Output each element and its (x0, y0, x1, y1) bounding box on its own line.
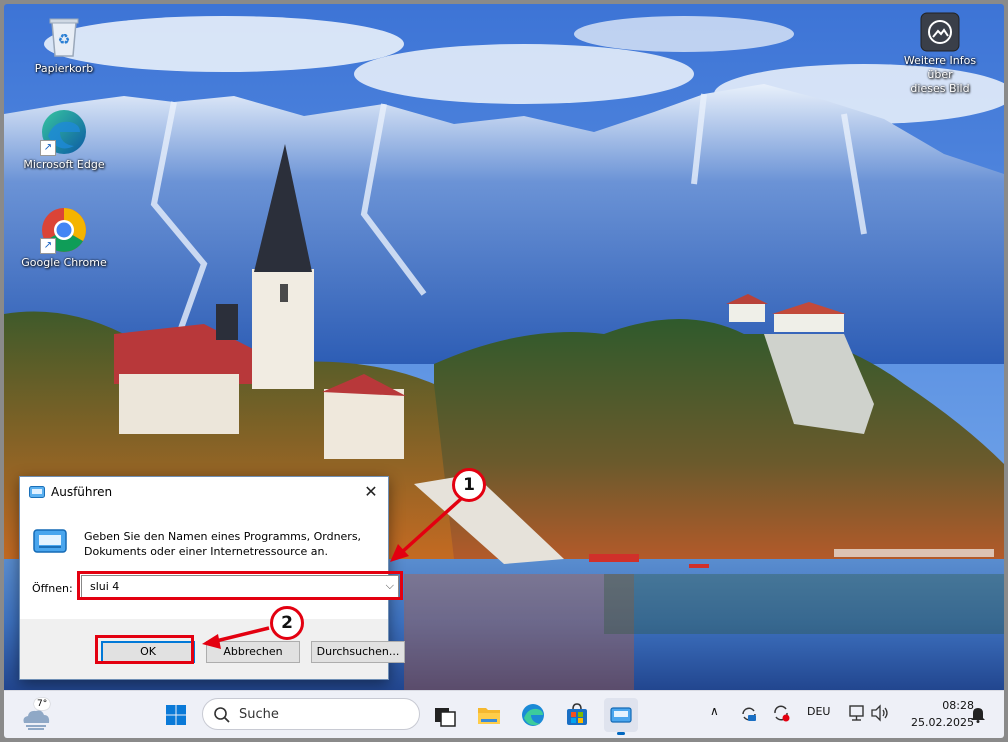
shortcut-arrow-icon: ↗ (40, 140, 56, 156)
svg-text:♻: ♻ (58, 32, 71, 48)
recycle-bin-label: Papierkorb (34, 62, 94, 75)
image-info-label: Weitere Infos über dieses Bild (890, 54, 990, 96)
active-indicator (617, 732, 625, 735)
step-2-callout: 2 (270, 606, 304, 640)
search-icon (214, 707, 230, 723)
image-info-label-line2: dieses Bild (910, 82, 970, 95)
search-placeholder: Suche (239, 707, 279, 722)
run-taskbar-button[interactable] (604, 698, 638, 735)
language-indicator[interactable]: DEU (807, 705, 830, 718)
run-icon (610, 707, 632, 723)
start-button[interactable] (159, 698, 193, 732)
clock[interactable]: 08:28 25.02.2025 (911, 697, 974, 731)
description-line2: Dokuments oder einer Internetressource a… (84, 545, 328, 558)
run-dialog-footer: OK Abbrechen Durchsuchen... (20, 619, 405, 679)
volume-icon[interactable] (870, 703, 890, 723)
desktop-screen: ♻ Papierkorb ↗ Microsoft Edge ↗ Google C… (4, 4, 1004, 738)
chrome-desktop-icon[interactable]: ↗ Google Chrome (16, 206, 112, 270)
edge-taskbar-button[interactable] (516, 698, 550, 732)
task-view-icon (435, 708, 456, 727)
taskbar: 7° Suche ∧ DEU 08:28 25.02.2025 (4, 690, 1004, 738)
open-label: Öffnen: (32, 582, 73, 595)
edge-desktop-icon[interactable]: ↗ Microsoft Edge (16, 108, 112, 172)
edge-icon: ↗ (40, 108, 88, 156)
input-highlight-box (77, 571, 403, 600)
shortcut-arrow-icon: ↗ (40, 238, 56, 254)
description-line1: Geben Sie den Namen eines Programms, Ord… (84, 530, 362, 543)
windows-logo-icon (166, 705, 186, 725)
store-button[interactable] (560, 698, 594, 732)
store-bag-icon (567, 703, 587, 725)
camera-info-icon (920, 12, 960, 52)
chrome-icon: ↗ (40, 206, 88, 254)
folder-icon (478, 708, 500, 724)
chrome-label: Google Chrome (21, 256, 107, 269)
task-view-button[interactable] (428, 698, 462, 732)
sync-icon[interactable] (739, 704, 759, 724)
run-dialog-titlebar[interactable]: Ausführen ✕ (20, 477, 388, 507)
close-button[interactable]: ✕ (354, 477, 388, 507)
show-hidden-icons-button[interactable]: ∧ (710, 704, 719, 718)
notification-bell-icon[interactable] (970, 705, 986, 723)
cancel-button[interactable]: Abbrechen (206, 641, 300, 663)
step-1-callout: 1 (452, 468, 486, 502)
taskbar-search-box[interactable]: Suche (202, 698, 420, 730)
network-icon[interactable] (848, 703, 866, 723)
run-dialog-body: Geben Sie den Namen eines Programms, Ord… (20, 507, 388, 619)
recycle-bin-desktop-icon[interactable]: ♻ Papierkorb (16, 12, 112, 76)
update-icon[interactable] (771, 703, 791, 723)
edge-icon (522, 704, 544, 726)
ok-highlight-box (95, 635, 194, 664)
run-icon (29, 486, 45, 498)
browse-button[interactable]: Durchsuchen... (311, 641, 405, 663)
run-dialog-description: Geben Sie den Namen eines Programms, Ord… (84, 529, 374, 559)
weather-temperature: 7° (34, 698, 51, 710)
clock-date: 25.02.2025 (911, 716, 974, 729)
file-explorer-button[interactable] (472, 698, 506, 732)
image-info-label-line1: Weitere Infos über (903, 54, 977, 81)
image-info-desktop-icon[interactable]: Weitere Infos über dieses Bild (890, 12, 990, 96)
run-program-icon (33, 529, 67, 553)
clock-time: 08:28 (942, 699, 974, 712)
edge-label: Microsoft Edge (23, 158, 105, 171)
recycle-bin-icon: ♻ (40, 12, 88, 60)
run-dialog-title: Ausführen (51, 485, 113, 499)
